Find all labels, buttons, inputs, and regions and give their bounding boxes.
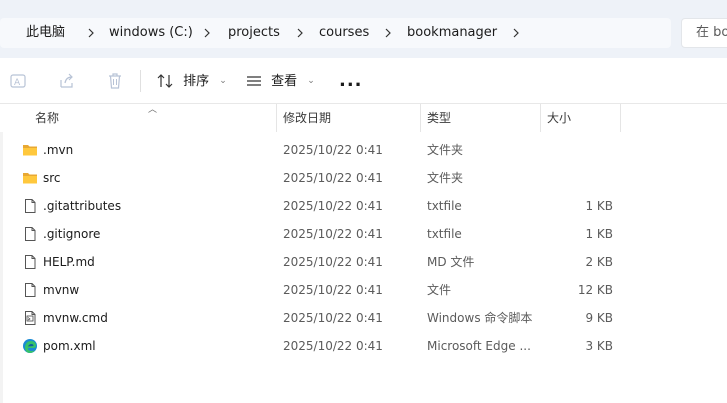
- file-name: src: [43, 171, 61, 185]
- column-header-size[interactable]: 大小: [547, 104, 571, 132]
- address-bar-area: 此电脑 windows (C:) projects courses bookma…: [0, 8, 727, 58]
- file-type: txtfile: [427, 227, 462, 241]
- sort-button[interactable]: 排序 ⌄: [157, 66, 227, 96]
- share-icon[interactable]: [58, 72, 76, 90]
- file-row[interactable]: src 2025/10/22 0:41 文件夹: [0, 164, 727, 192]
- file-size: [545, 164, 613, 192]
- column-headers: ︿ 名称 修改日期 类型 大小: [0, 104, 727, 132]
- file-date: 2025/10/22 0:41: [283, 199, 383, 213]
- chevron-right-icon[interactable]: [294, 27, 306, 39]
- chevron-right-icon[interactable]: [382, 27, 394, 39]
- file-name: .mvn: [43, 143, 74, 157]
- file-row[interactable]: mvnw 2025/10/22 0:41 文件 12 KB: [0, 276, 727, 304]
- file-date: 2025/10/22 0:41: [283, 227, 383, 241]
- file-type: 文件夹: [427, 143, 464, 157]
- file-size: 9 KB: [585, 311, 613, 325]
- column-divider[interactable]: [276, 104, 277, 132]
- sort-ascending-icon: ︿: [148, 105, 158, 115]
- delete-icon[interactable]: [106, 72, 124, 90]
- file-date: 2025/10/22 0:41: [283, 255, 383, 269]
- view-label: 查看: [271, 73, 298, 89]
- breadcrumb-drive[interactable]: windows (C:): [109, 18, 193, 48]
- cmd-file-icon: [25, 311, 36, 325]
- chevron-down-icon: ⌄: [219, 76, 227, 86]
- file-size: 12 KB: [577, 283, 613, 297]
- file-size: [545, 136, 613, 164]
- title-strip: [0, 0, 727, 8]
- file-type: 文件: [427, 283, 452, 297]
- breadcrumb-courses[interactable]: courses: [319, 18, 369, 48]
- file-row[interactable]: mvnw.cmd 2025/10/22 0:41 Windows 命令脚本 9 …: [0, 304, 727, 332]
- svg-text:A: A: [14, 78, 21, 88]
- file-size: 1 KB: [585, 227, 613, 241]
- file-date: 2025/10/22 0:41: [283, 171, 383, 185]
- command-bar: A 排序 ⌄ 查看 ⌄ ...: [0, 58, 727, 104]
- address-bar[interactable]: 此电脑 windows (C:) projects courses bookma…: [0, 18, 671, 48]
- file-icon: [25, 255, 36, 269]
- search-input[interactable]: 在 bookmanager 中搜索: [681, 18, 727, 48]
- file-row[interactable]: .gitignore 2025/10/22 0:41 txtfile 1 KB: [0, 220, 727, 248]
- file-type: Windows 命令脚本: [427, 311, 533, 325]
- chevron-right-icon[interactable]: [201, 27, 213, 39]
- file-date: 2025/10/22 0:41: [283, 143, 383, 157]
- column-divider[interactable]: [620, 104, 621, 132]
- toolbar-separator: [140, 70, 141, 92]
- column-header-type[interactable]: 类型: [427, 104, 451, 132]
- file-name: pom.xml: [43, 339, 96, 353]
- folder-icon: [23, 145, 37, 156]
- file-date: 2025/10/22 0:41: [283, 339, 383, 353]
- file-name: HELP.md: [43, 255, 95, 269]
- breadcrumb-bookmanager[interactable]: bookmanager: [407, 18, 497, 48]
- file-list: .mvn 2025/10/22 0:41 文件夹 src 2025/10/22 …: [0, 136, 727, 360]
- file-size: 2 KB: [585, 255, 613, 269]
- file-name: .gitignore: [43, 227, 101, 241]
- file-row[interactable]: HELP.md 2025/10/22 0:41 MD 文件 2 KB: [0, 248, 727, 276]
- file-icon: [25, 199, 36, 213]
- folder-icon: [23, 173, 37, 184]
- column-divider[interactable]: [420, 104, 421, 132]
- chevron-down-icon: ⌄: [307, 76, 315, 86]
- column-divider[interactable]: [540, 104, 541, 132]
- file-date: 2025/10/22 0:41: [283, 283, 383, 297]
- file-size: 3 KB: [585, 339, 613, 353]
- view-button[interactable]: 查看 ⌄: [245, 66, 315, 96]
- file-type: Microsoft Edge ...: [427, 339, 531, 353]
- file-row[interactable]: pom.xml 2025/10/22 0:41 Microsoft Edge .…: [0, 332, 727, 360]
- sort-label: 排序: [183, 73, 210, 89]
- file-type: 文件夹: [427, 171, 464, 185]
- chevron-right-icon[interactable]: [510, 27, 522, 39]
- file-icon: [25, 227, 36, 241]
- breadcrumb-this-pc[interactable]: 此电脑: [26, 18, 65, 48]
- file-row[interactable]: .mvn 2025/10/22 0:41 文件夹: [0, 136, 727, 164]
- column-header-date[interactable]: 修改日期: [283, 104, 331, 132]
- file-icon: [25, 283, 36, 297]
- file-row[interactable]: .gitattributes 2025/10/22 0:41 txtfile 1…: [0, 192, 727, 220]
- rename-icon[interactable]: A: [9, 72, 27, 90]
- view-icon: [247, 76, 261, 86]
- file-size: 1 KB: [585, 199, 613, 213]
- breadcrumb-projects[interactable]: projects: [228, 18, 280, 48]
- column-header-name[interactable]: 名称: [35, 104, 59, 132]
- chevron-right-icon[interactable]: [85, 27, 97, 39]
- file-name: mvnw: [43, 283, 80, 297]
- file-date: 2025/10/22 0:41: [283, 311, 383, 325]
- file-type: txtfile: [427, 199, 462, 213]
- more-options-button[interactable]: ...: [339, 70, 363, 91]
- file-name: mvnw.cmd: [43, 311, 108, 325]
- file-type: MD 文件: [427, 255, 475, 269]
- file-name: .gitattributes: [43, 199, 122, 213]
- sort-icon: [157, 74, 173, 88]
- edge-icon: [23, 339, 37, 353]
